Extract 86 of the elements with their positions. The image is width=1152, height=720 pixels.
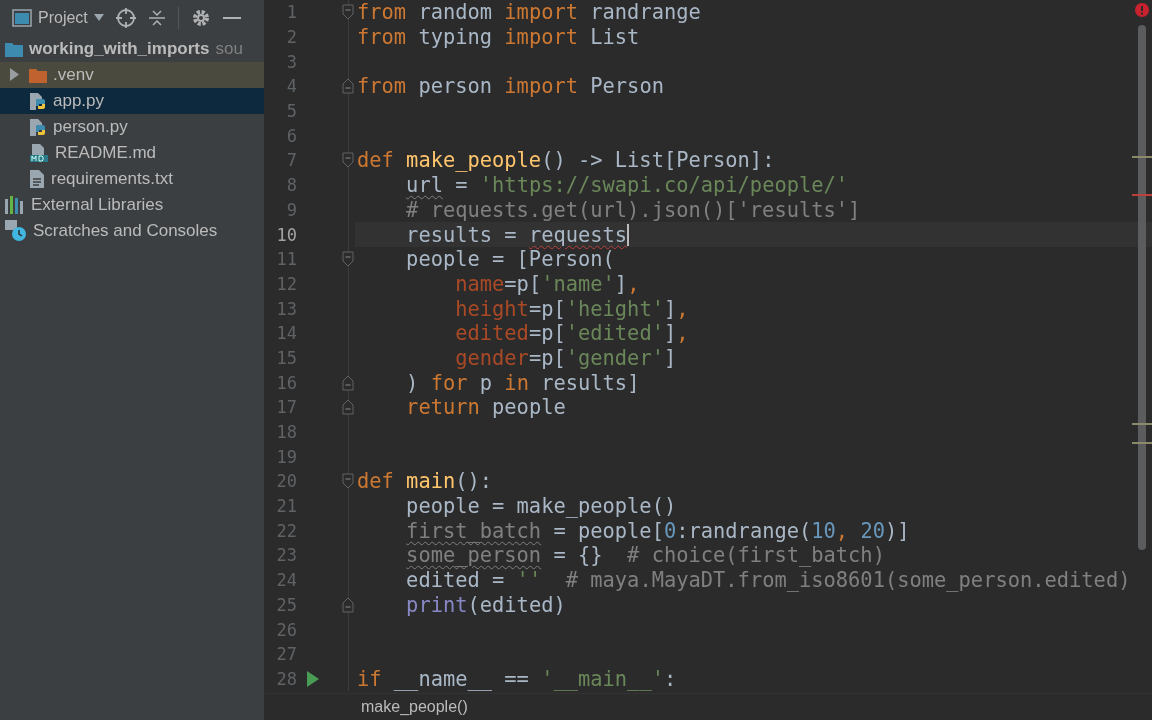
line-number: 8 [285,175,297,196]
code-line: height=p['height'], [454,296,689,321]
libraries-icon [5,196,25,214]
window-icon [12,9,32,27]
code-line: gender=p['gender'] [454,345,677,370]
markdown-file-icon [29,143,49,163]
line-number: 5 [285,101,297,122]
tree-item[interactable]: person.py [0,114,264,140]
line-number: 28 [275,668,297,689]
line-number: 20 [275,471,297,492]
line-number: 16 [275,372,297,393]
code-line: from person import Person [357,74,664,99]
locate-icon[interactable] [115,8,136,28]
tree-item[interactable]: .venv [0,62,264,88]
fold-marker-icon[interactable] [342,374,354,391]
tree-item[interactable]: External Libraries [0,192,264,218]
code-line: from typing import List [357,25,640,50]
fold-marker-icon[interactable] [342,152,354,169]
line-number: 24 [275,570,297,591]
code-line: ) for p in results] [405,370,640,395]
line-number: 21 [275,496,297,517]
collapse-all-icon[interactable] [147,9,166,27]
line-number: 11 [275,249,297,270]
code-line: # requests.get(url).json()['results'] [405,197,861,222]
line-number: 6 [285,125,297,146]
fold-marker-icon[interactable] [342,4,354,21]
line-number: 4 [285,76,297,97]
path-hint: sou [215,39,243,59]
python-file-icon [29,117,47,137]
line-number: 12 [275,273,297,294]
code-line: from random import randrange [357,0,701,25]
code-line: return people [405,395,566,420]
code-line: url = 'https://swapi.co/api/people/' [405,173,849,198]
project-view-dropdown[interactable]: Project [12,9,104,27]
line-number: 17 [275,397,297,418]
minimize-icon[interactable] [222,16,241,20]
line-number: 10 [275,224,297,245]
line-number: 19 [275,446,297,467]
tree-item[interactable]: requirements.txt [0,166,264,192]
line-number: 25 [275,594,297,615]
dropdown-caret-icon [93,14,104,22]
code-line: people = [Person( [405,247,615,272]
code-line: first_batch = people[0:randrange(10, 20)] [405,518,910,543]
fold-marker-icon[interactable] [342,596,354,613]
settings-icon[interactable] [190,8,211,28]
code-line: name=p['name'], [454,271,640,296]
code-line: def main(): [357,469,493,494]
line-number: 26 [275,619,297,640]
line-number: 18 [275,422,297,443]
folder-icon [5,41,23,57]
code-line: some_person = {} # choice(first_batch) [405,543,885,568]
code-line: edited=p['edited'], [454,321,689,346]
code-line: if __name__ == '__main__': [357,666,677,691]
fold-marker-icon[interactable] [342,399,354,416]
line-number: 13 [275,298,297,319]
line-number: 2 [285,27,297,48]
run-icon[interactable] [307,670,319,687]
line-number: 14 [275,323,297,344]
line-number: 27 [275,644,297,665]
code-line: def make_people() -> List[Person]: [357,148,775,173]
line-number: 23 [275,545,297,566]
line-number: 3 [285,51,297,72]
code-line: results = requests [405,222,628,247]
fold-marker-icon[interactable] [342,473,354,490]
tree-item[interactable]: working_with_imports sou [0,36,264,62]
text-cursor [627,223,630,246]
code-line: edited = '' # maya.MayaDT.from_iso8601(some_person.edited) [405,568,1131,593]
breadcrumb[interactable]: make_people() [361,698,468,716]
scratches-icon [5,220,27,242]
line-number: 1 [285,2,297,23]
tree-item[interactable]: Scratches and Consoles [0,218,264,244]
tree-item[interactable]: app.py [0,88,264,114]
fold-marker-icon[interactable] [342,78,354,95]
line-number: 22 [275,520,297,541]
line-number: 15 [275,347,297,368]
text-file-icon [29,169,45,189]
python-file-icon [29,91,47,111]
code-line: people = make_people() [405,494,677,519]
scrollbar-thumb[interactable] [1138,25,1146,550]
line-number: 7 [285,150,297,171]
folder-icon [29,67,47,83]
line-number: 9 [285,199,297,220]
code-line: print(edited) [405,592,566,617]
error-icon[interactable] [1135,3,1149,17]
fold-marker-icon[interactable] [342,251,354,268]
tree-item[interactable]: README.md [0,140,264,166]
